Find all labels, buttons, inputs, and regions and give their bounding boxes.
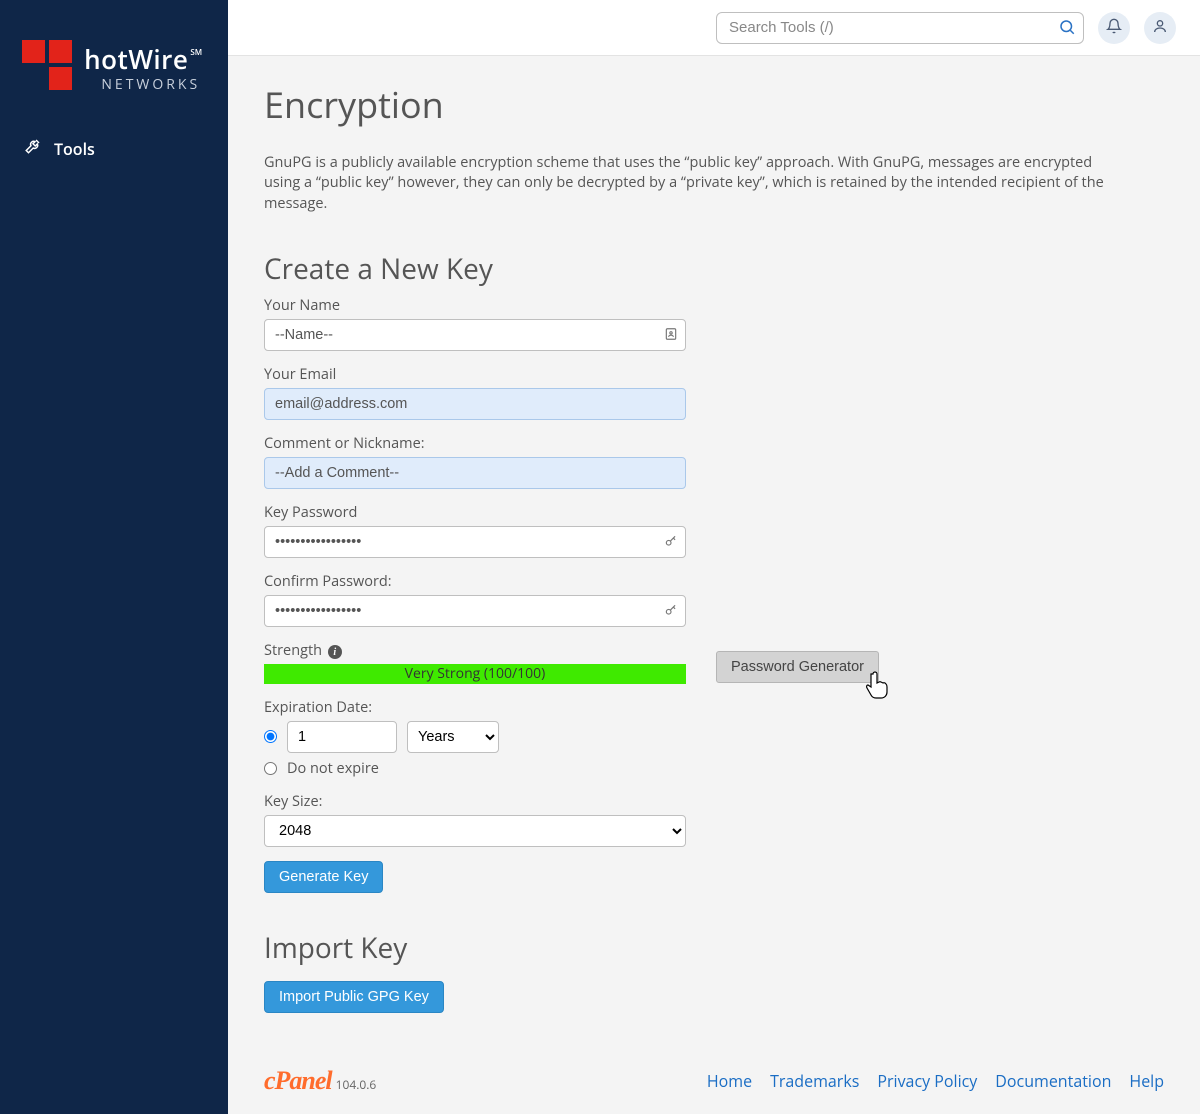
search-icon [1058, 18, 1076, 41]
footer-link-documentation[interactable]: Documentation [995, 1070, 1111, 1092]
brand-name: hotWire [84, 41, 188, 77]
footer-link-privacy[interactable]: Privacy Policy [877, 1070, 977, 1092]
do-not-expire-label: Do not expire [287, 759, 379, 778]
sidebar-item-label: Tools [54, 138, 95, 160]
footer-links: Home Trademarks Privacy Policy Documenta… [707, 1070, 1164, 1092]
footer-link-home[interactable]: Home [707, 1070, 752, 1092]
create-key-heading: Create a New Key [264, 250, 1164, 288]
footer: cPanel 104.0.6 Home Trademarks Privacy P… [228, 1060, 1200, 1114]
email-input[interactable] [264, 388, 686, 420]
footer-link-help[interactable]: Help [1129, 1070, 1164, 1092]
strength-bar: Very Strong (100/100) [264, 664, 686, 684]
import-public-key-button[interactable]: Import Public GPG Key [264, 981, 444, 1013]
main-area: Encryption GnuPG is a publicly available… [228, 0, 1200, 1114]
brand-logo: hotWireSM NETWORKS [0, 0, 228, 125]
logo-mark-icon [22, 40, 72, 95]
sidebar-item-tools[interactable]: Tools [0, 125, 228, 172]
notifications-button[interactable] [1098, 12, 1130, 44]
email-label: Your Email [264, 365, 1164, 384]
comment-label: Comment or Nickname: [264, 434, 1164, 453]
topbar [228, 0, 1200, 56]
name-label: Your Name [264, 296, 1164, 315]
expiration-unit-select[interactable]: Years [407, 721, 499, 753]
key-password-label: Key Password [264, 503, 1164, 522]
user-icon [1152, 17, 1168, 39]
confirm-password-input[interactable] [264, 595, 686, 627]
password-generator-button[interactable]: Password Generator [716, 651, 879, 683]
cpanel-logo: cPanel [264, 1066, 332, 1096]
key-icon [664, 600, 678, 622]
expiration-label: Expiration Date: [264, 698, 1164, 717]
strength-label: Strength i [264, 641, 686, 660]
search-input[interactable] [716, 12, 1084, 44]
contact-card-icon [664, 324, 678, 346]
key-icon [664, 531, 678, 553]
expiration-radio-never[interactable] [264, 762, 277, 775]
page-title: Encryption [264, 80, 1164, 129]
cursor-hand-icon [864, 670, 890, 704]
user-button[interactable] [1144, 12, 1176, 44]
footer-link-trademarks[interactable]: Trademarks [770, 1070, 859, 1092]
import-key-heading: Import Key [264, 929, 1164, 967]
search-wrap [716, 12, 1084, 44]
content: Encryption GnuPG is a publicly available… [228, 56, 1200, 1060]
generate-key-button[interactable]: Generate Key [264, 861, 383, 893]
brand-sm: SM [190, 47, 202, 58]
key-size-label: Key Size: [264, 792, 1164, 811]
key-size-select[interactable]: 2048 [264, 815, 686, 847]
bell-icon [1106, 17, 1122, 39]
brand-tagline: NETWORKS [84, 75, 200, 94]
key-password-input[interactable] [264, 526, 686, 558]
info-icon[interactable]: i [328, 645, 342, 659]
sidebar: hotWireSM NETWORKS Tools [0, 0, 228, 1114]
page-description: GnuPG is a publicly available encryption… [264, 153, 1124, 214]
tools-icon [24, 137, 42, 160]
version-text: 104.0.6 [336, 1076, 377, 1093]
comment-input[interactable] [264, 457, 686, 489]
confirm-password-label: Confirm Password: [264, 572, 1164, 591]
expiration-value-input[interactable] [287, 721, 397, 753]
name-input[interactable] [264, 319, 686, 351]
expiration-radio-date[interactable] [264, 730, 277, 743]
